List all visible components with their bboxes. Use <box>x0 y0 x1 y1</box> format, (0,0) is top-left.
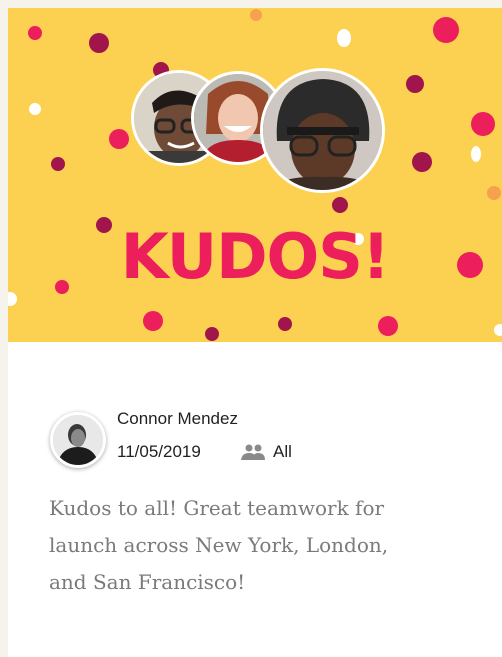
author-name[interactable]: Connor Mendez <box>117 409 238 429</box>
audience-label: All <box>273 442 292 461</box>
kudos-post: Connor Mendez 11/05/2019 All Kudos to al… <box>8 342 502 657</box>
audience-indicator: All <box>241 442 292 462</box>
kudos-banner: KUDOS! <box>8 8 502 342</box>
kudos-message: Kudos to all! Great teamwork for launch … <box>49 496 389 594</box>
author-avatar[interactable] <box>50 412 106 468</box>
team-member-avatar-3 <box>260 68 385 193</box>
kudos-headline: KUDOS! <box>120 220 390 293</box>
kudos-card: KUDOS! Connor Mendez 11/05/2019 All Kudo… <box>8 8 502 657</box>
post-date: 11/05/2019 <box>117 442 201 461</box>
people-icon <box>241 444 265 460</box>
